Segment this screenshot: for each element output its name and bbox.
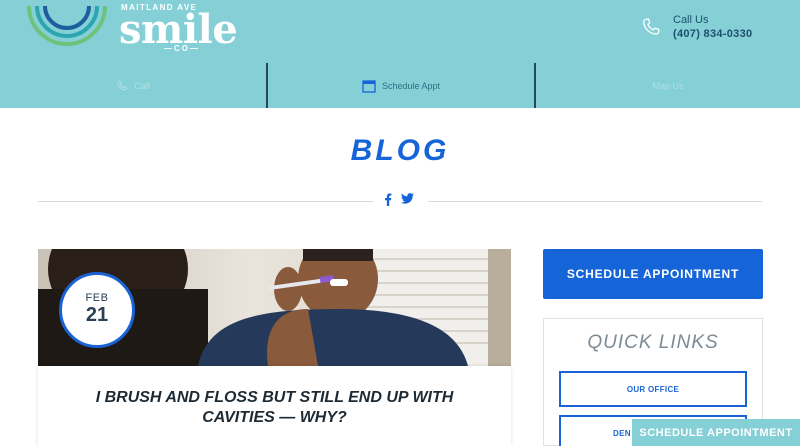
nav-call[interactable]: Call (0, 63, 266, 108)
nav-schedule-label: Schedule Appt (381, 80, 441, 91)
post-date-badge: FEB 21 (59, 272, 135, 348)
phone-icon (643, 18, 660, 35)
call-us-block[interactable]: Call Us (407) 834-0330 (640, 14, 780, 44)
nav-map-label: Map Us (652, 80, 684, 91)
sticky-schedule-button[interactable]: SCHEDULE APPOINTMENT (632, 419, 800, 446)
schedule-appointment-button[interactable]: SCHEDULE APPOINTMENT (543, 249, 763, 299)
brand-bottom-line: —CO— (164, 44, 200, 53)
quick-nav-bar: Call Schedule Appt Map Us (0, 63, 800, 108)
phone-number-link[interactable]: (407) 834-0330 (673, 28, 752, 40)
call-us-label: Call Us (673, 14, 709, 26)
brand-logo[interactable]: MAITLAND AVE smile —CO— (25, 0, 240, 60)
post-date-month: FEB (85, 292, 109, 304)
quick-link-our-office[interactable]: OUR OFFICE (559, 371, 747, 407)
post-title-link[interactable]: I BRUSH AND FLOSS BUT STILL END UP WITH … (68, 388, 481, 428)
brand-co-text: CO (174, 44, 190, 53)
site-header: MAITLAND AVE smile —CO— Call Us (407) 83… (0, 0, 800, 108)
phone-icon (117, 80, 127, 90)
quick-links-title: QUICK LINKS (587, 332, 719, 353)
nav-map-us[interactable]: Map Us (536, 63, 800, 108)
post-card: I BRUSH AND FLOSS BUT STILL END UP WITH … (38, 366, 511, 446)
post-date-day: 21 (85, 304, 109, 326)
twitter-icon[interactable] (401, 193, 414, 204)
facebook-icon[interactable] (384, 193, 392, 206)
page-title: BLOG (350, 134, 450, 167)
nav-call-label: Call (134, 80, 150, 91)
social-share (384, 193, 414, 206)
nav-schedule-appt[interactable]: Schedule Appt (268, 63, 534, 108)
logo-arcs-icon (27, 5, 107, 46)
divider-left (38, 201, 373, 202)
divider-right (428, 201, 762, 202)
calendar-icon (362, 79, 376, 93)
